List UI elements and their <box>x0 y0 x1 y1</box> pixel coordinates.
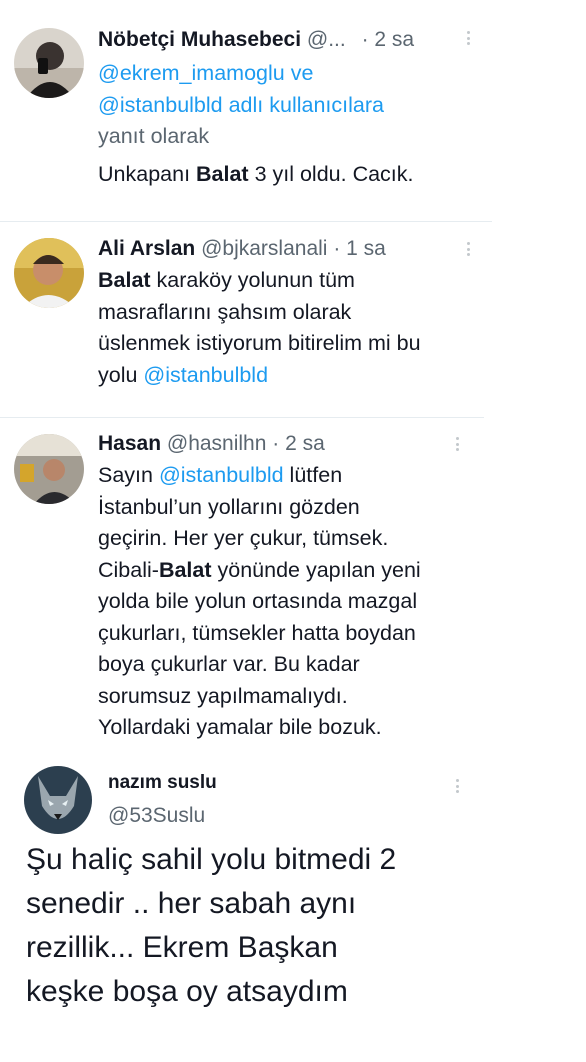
reply-context-text: adlı kullanıcılara <box>222 92 384 117</box>
tweet-body-line: Sayın @istanbulbld lütfen <box>98 460 421 492</box>
tweet-body-line: Unkapanı Balat 3 yıl oldu. Cacık. <box>98 159 414 191</box>
tweet-body-line: rezillik... Ekrem Başkan <box>26 931 338 964</box>
tweet-header: Hasan @hasnilhn · 2 sa <box>98 432 325 456</box>
mention-link[interactable]: @istanbulbld <box>98 93 223 117</box>
tweet-body-line: geçirin. Her yer çukur, tümsek. <box>98 526 389 550</box>
text-segment: Unkapanı <box>98 161 197 186</box>
tweet-text: Sayın @istanbulbld lütfen İstanbul’un yo… <box>98 460 421 744</box>
highlighted-word: Balat <box>98 268 151 292</box>
author-handle[interactable]: @53Suslu <box>108 804 205 828</box>
tweet-text: Balat karaköy yolunun tüm masraflarını ş… <box>98 265 421 391</box>
tweet-body-line: boya çukurlar var. Bu kadar <box>98 652 360 676</box>
tweet-body-line: yolda bile yolun ortasında mazgal <box>98 589 418 613</box>
highlighted-word: Balat <box>196 161 249 186</box>
more-options-icon[interactable] <box>467 242 471 256</box>
text-segment: yönünde yapılan yeni <box>211 557 421 582</box>
tweet-body-line: Yollardaki yamalar bile bozuk. <box>98 715 382 739</box>
reply-context-line: @istanbulbld adlı kullanıcılara <box>98 90 414 122</box>
more-options-icon[interactable] <box>467 31 471 45</box>
author-handle[interactable]: @hasnilhn <box>167 432 267 455</box>
more-options-icon[interactable] <box>456 437 460 451</box>
tweet-header: Ali Arslan @bjkarslanali · 1 sa <box>98 237 386 261</box>
avatar[interactable] <box>14 28 84 98</box>
tweet-body-line: masraflarını şahsım olarak <box>98 299 352 324</box>
mention-link[interactable]: @istanbulbld <box>143 363 268 387</box>
tweet-body-line: sorumsuz yapılmamalıydı. <box>98 683 348 708</box>
timestamp[interactable]: 2 sa <box>374 28 414 51</box>
author-name[interactable]: Hasan <box>98 432 161 455</box>
more-options-icon[interactable] <box>456 779 460 793</box>
tweet-body-line: Cibali-Balat yönünde yapılan yeni <box>98 555 421 587</box>
author-handle[interactable]: @... <box>307 28 346 51</box>
tweet-body-line: üslenmek istiyorum bitirelim mi bu <box>98 331 421 355</box>
author-name[interactable]: Nöbetçi Muhasebeci <box>98 28 301 51</box>
tweet-nazim-suslu[interactable]: nazım suslu @53Suslu Şu haliç sahil yolu… <box>0 758 586 1062</box>
avatar[interactable] <box>24 766 92 834</box>
text-segment: karaköy yolunun tüm <box>150 268 355 292</box>
tweet-header: Nöbetçi Muhasebeci @... · 2 sa <box>98 28 414 52</box>
tweet-body-line: senedir .. her sabah aynı <box>26 887 357 920</box>
tweet-text: @ekrem_imamoglu ve @istanbulbld adlı kul… <box>98 58 414 190</box>
author-name[interactable]: nazım suslu <box>108 772 217 794</box>
tweet-text: Şu haliç sahil yolu bitmedi 2 senedir ..… <box>26 838 396 1014</box>
tweet-body-line: Balat karaköy yolunun tüm <box>98 265 421 297</box>
tweet-nobetci-muhasebeci[interactable]: Nöbetçi Muhasebeci @... · 2 sa @ekrem_im… <box>0 0 586 222</box>
separator-dot: · <box>272 432 280 455</box>
text-segment: 3 yıl oldu. Cacık. <box>248 161 414 186</box>
author-name[interactable]: Ali Arslan <box>98 237 195 260</box>
separator-dot: · <box>333 237 341 260</box>
tweet-body-line: Şu haliç sahil yolu bitmedi 2 <box>26 843 397 876</box>
avatar[interactable] <box>14 434 84 504</box>
timestamp[interactable]: 1 sa <box>346 237 386 260</box>
reply-context-text: yanıt olarak <box>98 124 210 148</box>
highlighted-word: Balat <box>158 557 212 582</box>
timestamp[interactable]: 2 sa <box>285 432 325 455</box>
separator-dot: · <box>361 28 369 51</box>
mention-link[interactable]: @ekrem_imamoglu ve <box>98 61 313 85</box>
tweet-body-line: İstanbul’un yollarını gözden <box>98 494 360 519</box>
tweet-ali-arslan[interactable]: Ali Arslan @bjkarslanali · 1 sa Balat ka… <box>0 222 586 418</box>
tweet-body-line: yolu @istanbulbld <box>98 360 421 392</box>
mention-link[interactable]: @istanbulbld <box>159 463 284 487</box>
tweet-hasan[interactable]: Hasan @hasnilhn · 2 sa Sayın @istanbulbl… <box>0 418 586 758</box>
tweet-body-line: çukurları, tümsekler hatta boydan <box>98 620 416 645</box>
tweet-body-line: keşke boşa oy atsaydım <box>26 975 348 1008</box>
reply-context-line: @ekrem_imamoglu ve <box>98 58 414 90</box>
text-segment: Sayın <box>98 463 159 487</box>
text-segment: lütfen <box>283 463 343 487</box>
avatar[interactable] <box>14 238 84 308</box>
author-handle[interactable]: @bjkarslanali <box>201 237 327 260</box>
text-segment: yolu <box>98 362 144 387</box>
text-segment: Cibali- <box>98 557 159 582</box>
